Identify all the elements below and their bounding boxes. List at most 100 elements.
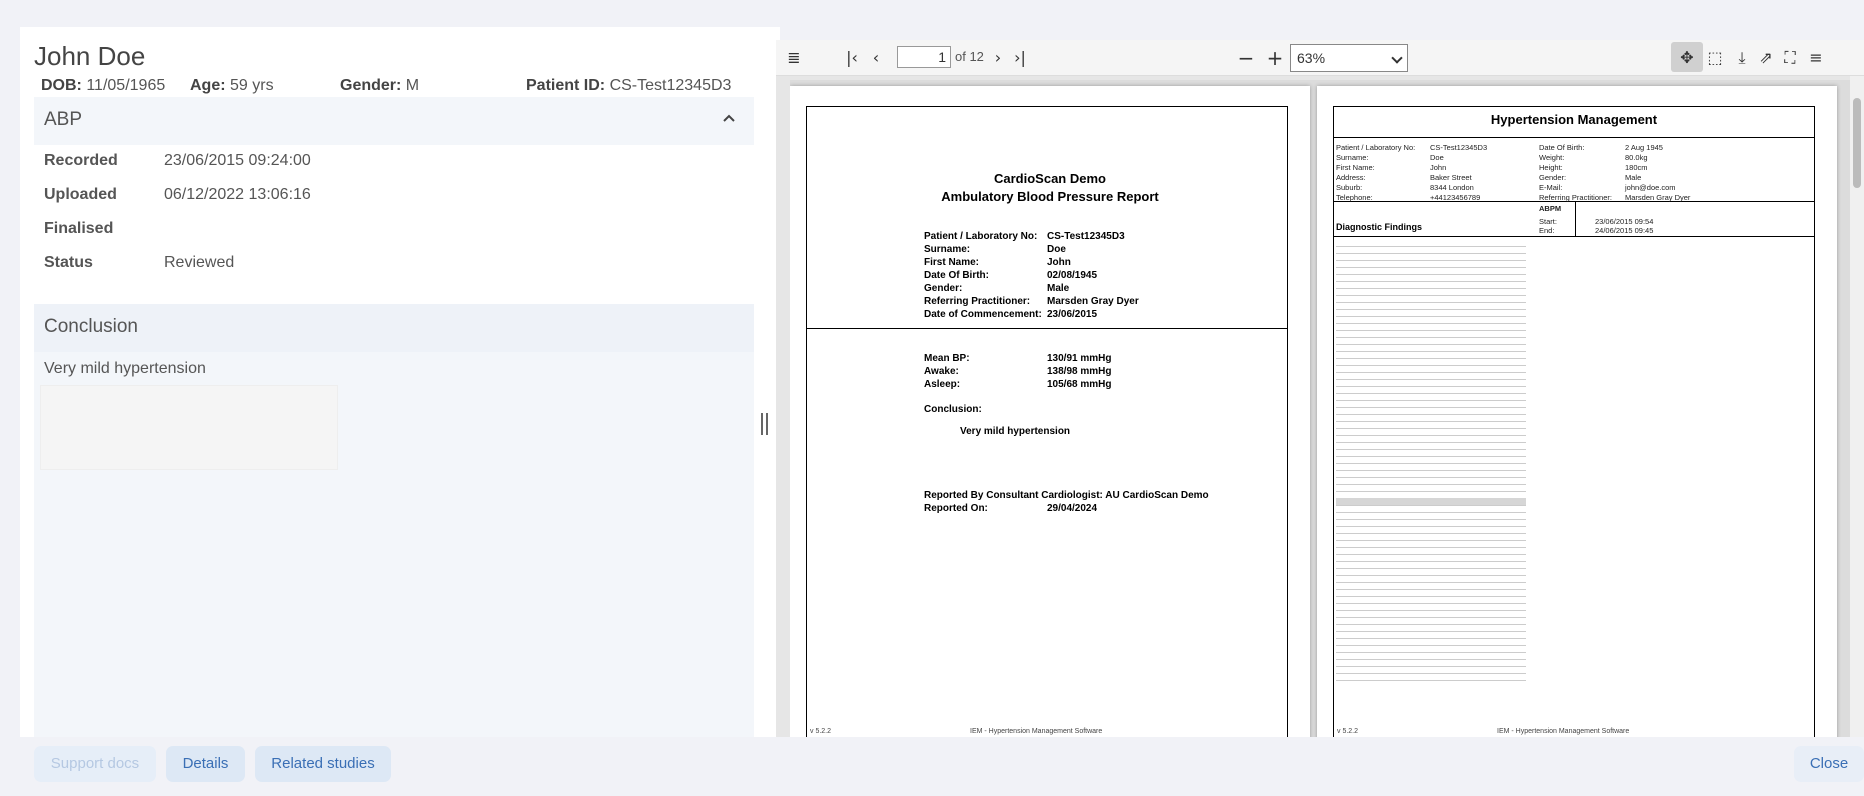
abp-section-title: ABP	[44, 109, 83, 130]
abp-row-value: 23/06/2015 09:24:00	[164, 152, 311, 169]
table-row	[1336, 526, 1526, 527]
pan-tool-icon[interactable]: ✥	[1677, 48, 1697, 68]
info-row: Suburb: 8344 London	[1336, 183, 1474, 192]
info-row: Patient / Laboratory No: CS-Test12345D3	[1336, 143, 1488, 152]
zoom-select[interactable]: 63%	[1290, 44, 1408, 72]
prev-page-icon[interactable]: ‹	[866, 48, 886, 68]
report-field: Patient / Laboratory No: CS-Test12345D3	[924, 231, 1125, 242]
table-row	[1336, 666, 1526, 667]
pdf-scrollbar[interactable]	[1850, 76, 1864, 737]
info-row: Address: Baker Street	[1336, 173, 1472, 182]
table-row	[1336, 253, 1526, 254]
first-page-icon[interactable]: |‹	[842, 48, 862, 68]
table-row	[1336, 582, 1526, 583]
abpm-start: Start: 23/06/2015 09:54	[1539, 217, 1654, 226]
dob-value: 11/05/1965	[86, 77, 166, 94]
table-row	[1336, 435, 1526, 436]
table-row	[1336, 260, 1526, 261]
abpm-end: End: 24/06/2015 09:45	[1539, 226, 1654, 235]
next-page-icon[interactable]: ›	[988, 48, 1008, 68]
pdf-pages[interactable]: CardioScan Demo Ambulatory Blood Pressur…	[790, 80, 1850, 737]
zoom-in-icon[interactable]: +	[1265, 48, 1285, 68]
table-row	[1336, 428, 1526, 429]
close-button[interactable]: Close	[1794, 746, 1864, 782]
table-row	[1336, 316, 1526, 317]
info-row: Referring Practitioner: Marsden Gray Dyer	[1539, 193, 1691, 202]
table-row	[1336, 540, 1526, 541]
table-row	[1336, 519, 1526, 520]
table-row	[1336, 680, 1526, 681]
selection-tool-icon[interactable]: ⬚	[1705, 48, 1725, 68]
info-row: Height: 180cm	[1539, 163, 1648, 172]
download-icon[interactable]: ⤓	[1732, 48, 1752, 68]
table-row	[1336, 337, 1526, 338]
open-external-icon[interactable]: ⇗	[1756, 48, 1776, 68]
patient-panel: John Doe DOB: 11/05/1965 Age: 59 yrs Gen…	[20, 27, 780, 737]
reported-on: Reported On: 29/04/2024	[924, 503, 1098, 514]
table-row	[1336, 617, 1526, 618]
bp-field: Mean BP: 130/91 mmHg	[924, 353, 1112, 364]
chevron-up-icon[interactable]	[722, 111, 736, 125]
last-page-icon[interactable]: ›|	[1010, 48, 1030, 68]
version: v 5.2.2	[1337, 728, 1359, 735]
abp-row-label: Recorded	[44, 152, 118, 169]
table-row	[1336, 463, 1526, 464]
report-conclusion: Very mild hypertension	[960, 426, 1071, 437]
pdf-toolbar: ≣ |‹ ‹ 1 of 12 › ›| − + 63% ✥ ⬚ ⤓ ⇗ ⛶ ≡	[776, 40, 1864, 76]
report-field: Gender: Male	[924, 283, 1070, 294]
page-divider	[1575, 201, 1576, 237]
table-row	[1336, 442, 1526, 443]
info-row: Weight: 80.0kg	[1539, 153, 1648, 162]
table-row	[1336, 288, 1526, 289]
bp-field: Asleep: 105/68 mmHg	[924, 379, 1112, 390]
page2-title: Hypertension Management	[1490, 112, 1658, 127]
page-divider	[806, 328, 1288, 329]
pdf-page-2: Hypertension Management Patient / Labora…	[1317, 86, 1837, 737]
sidebar-toggle-icon[interactable]: ≣	[784, 48, 804, 68]
abp-row-label: Finalised	[44, 220, 114, 237]
findings-table	[1336, 246, 1526, 686]
info-row: Gender: Male	[1539, 173, 1642, 182]
table-row	[1336, 596, 1526, 597]
zoom-out-icon[interactable]: −	[1236, 48, 1256, 68]
report-field: Referring Practitioner: Marsden Gray Dyer	[924, 296, 1139, 307]
table-row	[1336, 281, 1526, 282]
table-row	[1336, 323, 1526, 324]
table-row	[1336, 603, 1526, 604]
table-row	[1336, 624, 1526, 625]
table-row	[1336, 344, 1526, 345]
table-row	[1336, 386, 1526, 387]
menu-icon[interactable]: ≡	[1806, 48, 1826, 68]
zoom-value: 63%	[1297, 50, 1326, 66]
table-row	[1336, 659, 1526, 660]
info-row: Date Of Birth: 2 Aug 1945	[1539, 143, 1663, 152]
abp-section-header[interactable]: ABP	[34, 97, 754, 145]
details-button[interactable]: Details	[166, 746, 245, 782]
report-field: First Name: John	[924, 257, 1071, 268]
table-row	[1336, 407, 1526, 408]
table-row	[1336, 505, 1526, 506]
patient-name: John Doe	[34, 41, 146, 71]
support-docs-button[interactable]: Support docs	[34, 746, 156, 782]
page-number-input[interactable]: 1	[897, 46, 951, 68]
table-row	[1336, 351, 1526, 352]
fullscreen-icon[interactable]: ⛶	[1780, 48, 1800, 68]
page-count: of 12	[955, 49, 984, 64]
reported-by: Reported By Consultant Cardiologist: AU …	[924, 490, 1209, 501]
table-row	[1336, 575, 1526, 576]
conclusion-text: Very mild hypertension	[44, 360, 206, 377]
related-studies-button[interactable]: Related studies	[255, 746, 391, 782]
table-row	[1336, 498, 1526, 505]
abp-row-value: Reviewed	[164, 254, 235, 271]
table-row	[1336, 512, 1526, 513]
table-row	[1336, 421, 1526, 422]
panel-splitter-handle[interactable]	[759, 413, 771, 435]
table-row	[1336, 561, 1526, 562]
table-row	[1336, 589, 1526, 590]
table-row	[1336, 267, 1526, 268]
table-row	[1336, 456, 1526, 457]
page-divider	[1333, 236, 1815, 237]
report-field: Date of Commencement: 23/06/2015	[924, 309, 1098, 320]
scrollbar-thumb[interactable]	[1853, 98, 1861, 188]
table-row	[1336, 365, 1526, 366]
